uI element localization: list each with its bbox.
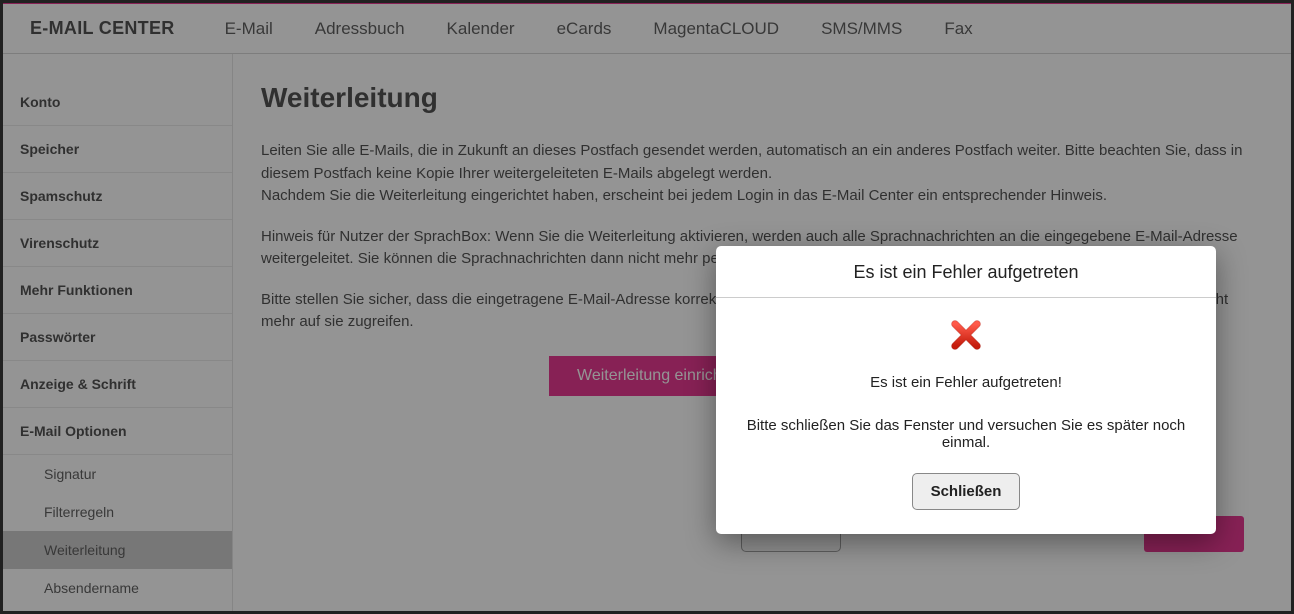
error-modal: Es ist ein Fehler aufgetreten Es ist ein… [716, 246, 1216, 534]
modal-title: Es ist ein Fehler aufgetreten [716, 246, 1216, 298]
error-message-1: Es ist ein Fehler aufgetreten! [740, 374, 1192, 391]
error-icon [949, 318, 983, 352]
modal-close-button[interactable]: Schließen [912, 473, 1021, 510]
error-message-2: Bitte schließen Sie das Fenster und vers… [740, 417, 1192, 451]
